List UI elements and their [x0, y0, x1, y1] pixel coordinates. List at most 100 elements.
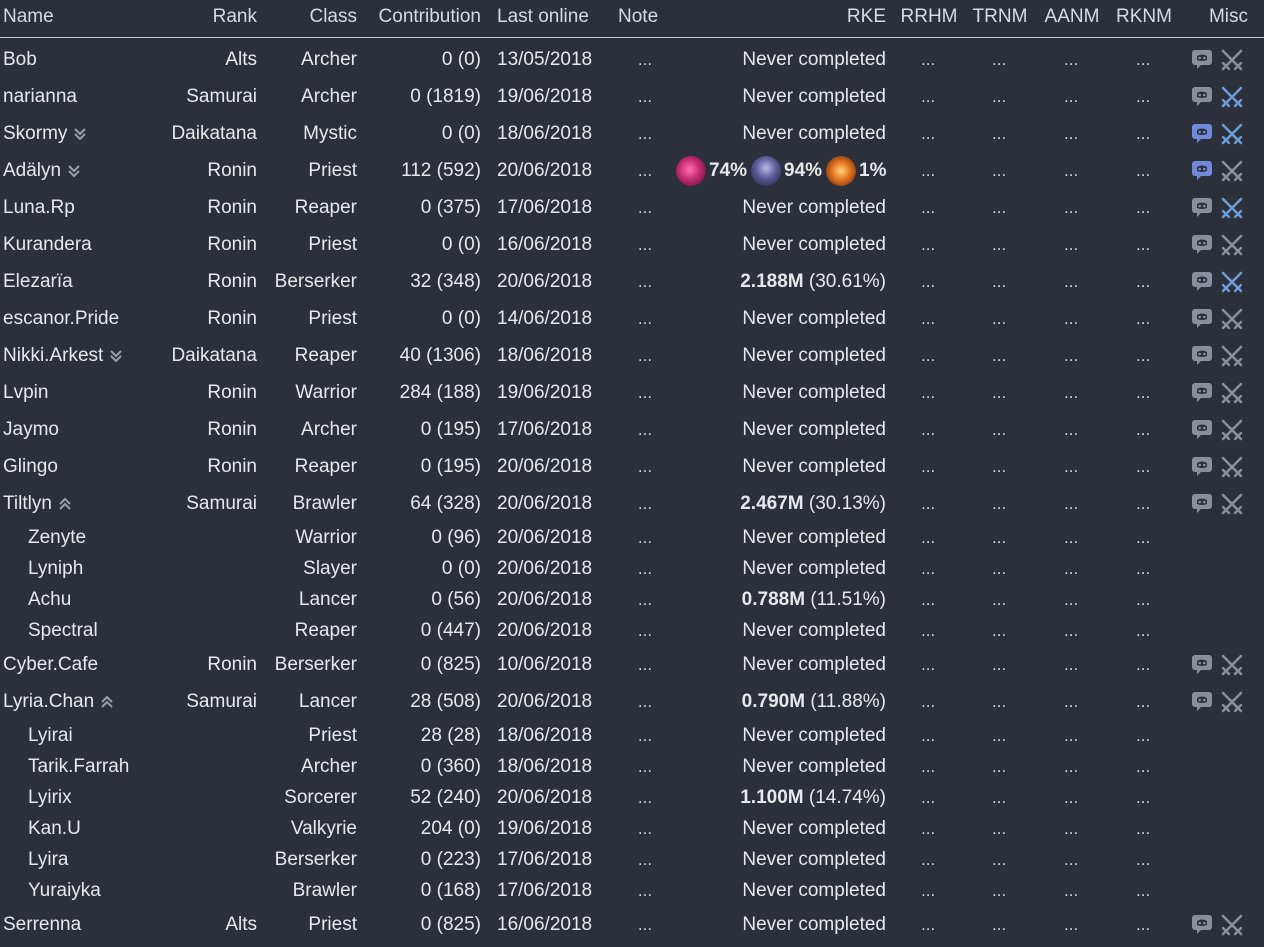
member-row[interactable]: narianna Samurai Archer 0 (1819) 19/06/2018.…: [0, 82, 1264, 119]
member-note[interactable]: ...: [638, 267, 652, 297]
member-note[interactable]: ...: [638, 845, 652, 875]
crossed-swords-icon[interactable]: [1220, 307, 1243, 330]
expand-alts-icon[interactable]: [67, 164, 81, 178]
member-row[interactable]: Skormy Daikatana Mystic 0 (0) 18/06/2018... N…: [0, 119, 1264, 156]
discord-icon[interactable]: [1191, 122, 1213, 144]
discord-icon[interactable]: [1191, 690, 1213, 712]
discord-icon[interactable]: [1191, 85, 1213, 107]
sub-member-row[interactable]: Lyirai Priest 28 (28) 18/06/2018... Never co…: [0, 721, 1264, 752]
member-name[interactable]: Lyira: [28, 845, 68, 875]
member-name[interactable]: Lyria.Chan: [3, 687, 114, 717]
member-note[interactable]: ...: [638, 230, 652, 260]
crossed-swords-icon[interactable]: [1220, 48, 1243, 71]
crossed-swords-icon[interactable]: [1220, 196, 1243, 219]
member-name[interactable]: Elezarïa: [3, 267, 73, 297]
expand-alts-icon[interactable]: [109, 349, 123, 363]
member-note[interactable]: ...: [638, 304, 652, 334]
sub-member-row[interactable]: Zenyte Warrior 0 (96) 20/06/2018... Never co…: [0, 523, 1264, 554]
member-note[interactable]: ...: [638, 752, 652, 782]
member-note[interactable]: ...: [638, 876, 652, 906]
crossed-swords-icon[interactable]: [1220, 913, 1243, 936]
crossed-swords-icon[interactable]: [1220, 270, 1243, 293]
member-note[interactable]: ...: [638, 341, 652, 371]
member-name[interactable]: Luna.Rp: [3, 193, 75, 223]
col-header-last-online[interactable]: Last online: [497, 2, 589, 32]
sub-member-row[interactable]: Yuraiyka Brawler 0 (168) 17/06/2018... Never…: [0, 876, 1264, 907]
discord-icon[interactable]: [1191, 196, 1213, 218]
member-name[interactable]: Achu: [28, 585, 71, 615]
member-note[interactable]: ...: [638, 82, 652, 112]
crossed-swords-icon[interactable]: [1220, 690, 1243, 713]
member-note[interactable]: ...: [638, 378, 652, 408]
member-note[interactable]: ...: [638, 687, 652, 717]
crossed-swords-icon[interactable]: [1220, 159, 1243, 182]
member-row[interactable]: Bob Alts Archer 0 (0) 13/05/2018... Never com…: [0, 45, 1264, 82]
member-row[interactable]: Tiltlyn Samurai Brawler 64 (328) 20/06/2018.…: [0, 489, 1264, 526]
col-header-rknm[interactable]: RKNM: [1116, 2, 1172, 32]
col-header-rank[interactable]: Rank: [213, 2, 257, 32]
discord-icon[interactable]: [1191, 492, 1213, 514]
member-name[interactable]: Lvpin: [3, 378, 48, 408]
collapse-alts-icon[interactable]: [58, 497, 72, 511]
discord-icon[interactable]: [1191, 48, 1213, 70]
sub-member-row[interactable]: Lyniph Slayer 0 (0) 20/06/2018... Never comp…: [0, 554, 1264, 585]
sub-member-row[interactable]: Tarik.Farrah Archer 0 (360) 18/06/2018... Ne…: [0, 752, 1264, 783]
member-note[interactable]: ...: [638, 452, 652, 482]
crossed-swords-icon[interactable]: [1220, 85, 1243, 108]
sub-member-row[interactable]: Kan.U Valkyrie 204 (0) 19/06/2018... Never c…: [0, 814, 1264, 845]
member-name[interactable]: Cyber.Cafe: [3, 650, 98, 680]
member-name[interactable]: Lyniph: [28, 554, 83, 584]
crossed-swords-icon[interactable]: [1220, 492, 1243, 515]
crossed-swords-icon[interactable]: [1220, 381, 1243, 404]
member-note[interactable]: ...: [638, 415, 652, 445]
member-name[interactable]: Zenyte: [28, 523, 86, 553]
member-row[interactable]: Adälyn Ronin Priest 112 (592) 20/06/2018... 7…: [0, 156, 1264, 193]
collapse-alts-icon[interactable]: [100, 695, 114, 709]
member-note[interactable]: ...: [638, 554, 652, 584]
sub-member-row[interactable]: Achu Lancer 0 (56) 20/06/2018... 0.788M (11.…: [0, 585, 1264, 616]
discord-icon[interactable]: [1191, 913, 1213, 935]
crossed-swords-icon[interactable]: [1220, 653, 1243, 676]
discord-icon[interactable]: [1191, 455, 1213, 477]
member-row[interactable]: Glingo Ronin Reaper 0 (195) 20/06/2018... Nev…: [0, 452, 1264, 489]
col-header-class[interactable]: Class: [309, 2, 357, 32]
member-note[interactable]: ...: [638, 156, 652, 186]
member-name[interactable]: Bob: [3, 45, 37, 75]
col-header-rke[interactable]: RKE: [847, 2, 886, 32]
member-note[interactable]: ...: [638, 523, 652, 553]
member-row[interactable]: Luna.Rp Ronin Reaper 0 (375) 17/06/2018... Ne…: [0, 193, 1264, 230]
member-name[interactable]: Yuraiyka: [28, 876, 101, 906]
discord-icon[interactable]: [1191, 233, 1213, 255]
member-name[interactable]: Serrenna: [3, 910, 81, 940]
sub-member-row[interactable]: Spectral Reaper 0 (447) 20/06/2018... Never …: [0, 616, 1264, 647]
member-row[interactable]: escanor.Pride Ronin Priest 0 (0) 14/06/2018.…: [0, 304, 1264, 341]
member-note[interactable]: ...: [638, 616, 652, 646]
member-note[interactable]: ...: [638, 814, 652, 844]
discord-icon[interactable]: [1191, 159, 1213, 181]
discord-icon[interactable]: [1191, 307, 1213, 329]
member-name[interactable]: Kurandera: [3, 230, 92, 260]
member-name[interactable]: Tiltlyn: [3, 489, 72, 519]
member-name[interactable]: narianna: [3, 82, 77, 112]
col-header-aanm[interactable]: AANM: [1045, 2, 1100, 32]
member-name[interactable]: Spectral: [28, 616, 98, 646]
member-note[interactable]: ...: [638, 45, 652, 75]
crossed-swords-icon[interactable]: [1220, 455, 1243, 478]
member-name[interactable]: Tarik.Farrah: [28, 752, 129, 782]
member-name[interactable]: Lyirai: [28, 721, 73, 751]
member-name[interactable]: Kan.U: [28, 814, 81, 844]
member-name[interactable]: Nikki.Arkest: [3, 341, 123, 371]
member-row[interactable]: Lvpin Ronin Warrior 284 (188) 19/06/2018... N…: [0, 378, 1264, 415]
crossed-swords-icon[interactable]: [1220, 418, 1243, 441]
member-note[interactable]: ...: [638, 783, 652, 813]
member-name[interactable]: escanor.Pride: [3, 304, 119, 334]
member-name[interactable]: Jaymo: [3, 415, 59, 445]
discord-icon[interactable]: [1191, 653, 1213, 675]
member-row[interactable]: Jaymo Ronin Archer 0 (195) 17/06/2018... Neve…: [0, 415, 1264, 452]
col-header-note[interactable]: Note: [618, 2, 658, 32]
member-note[interactable]: ...: [638, 650, 652, 680]
sub-member-row[interactable]: Lyirix Sorcerer 52 (240) 20/06/2018... 1.100…: [0, 783, 1264, 814]
sub-member-row[interactable]: Lyira Berserker 0 (223) 17/06/2018... Never …: [0, 845, 1264, 876]
member-name[interactable]: Glingo: [3, 452, 58, 482]
member-row[interactable]: Nikki.Arkest Daikatana Reaper 40 (1306) 18/0…: [0, 341, 1264, 378]
